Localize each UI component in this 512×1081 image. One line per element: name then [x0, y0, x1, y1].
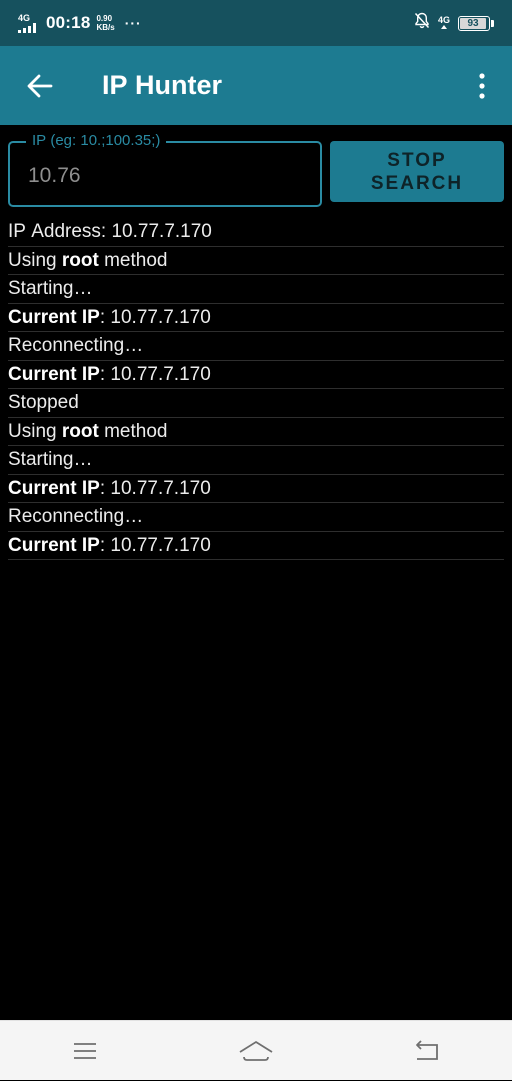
log-entry-prefix: Using: [8, 420, 62, 442]
back-nav-button[interactable]: [397, 1021, 457, 1081]
more-notifications-icon: ···: [124, 15, 142, 31]
back-return-icon: [415, 1039, 438, 1060]
log-entry: Current IP: 10.77.7.170: [8, 532, 504, 560]
log-entry-text: Starting…: [8, 278, 93, 299]
log-entry-text: Starting…: [8, 449, 93, 470]
log-entry: Reconnecting…: [8, 332, 504, 361]
signal-bars-icon: [18, 22, 36, 33]
log-entry-keyword: root: [61, 249, 99, 271]
home-icon: [239, 1040, 273, 1061]
network-type-label: 4G: [18, 12, 31, 23]
stop-search-label-line2: SEARCH: [370, 172, 464, 194]
arrow-left-icon: [27, 74, 53, 97]
log-entry-text: : 10.77.7.170: [99, 534, 211, 556]
log-entry-text: IP Address: 10.77.7.170: [8, 221, 212, 242]
log-entry-text: : 10.77.7.170: [99, 363, 211, 385]
signal-indicator: 4G: [18, 12, 36, 33]
log-list: IP Address: 10.77.7.170 Using root method…: [8, 218, 504, 560]
overflow-menu-button[interactable]: [452, 46, 512, 125]
log-entry-prefix: Using: [8, 249, 62, 271]
log-entry: Current IP: 10.77.7.170: [8, 475, 504, 503]
log-entry-text: Stopped: [8, 392, 79, 413]
stop-search-label: STOP SEARCH: [371, 149, 463, 195]
page-title: IP Hunter: [102, 70, 223, 100]
ip-filter-input[interactable]: [28, 161, 308, 191]
log-entry-text: Reconnecting…: [8, 506, 144, 527]
log-entry: Current IP: 10.77.7.170: [8, 361, 504, 389]
network-speed: 0.90 KB/s: [96, 14, 114, 32]
log-entry: Stopped: [8, 389, 504, 418]
log-entry-keyword: Current IP: [8, 306, 100, 328]
log-entry-text: method: [98, 420, 168, 442]
battery-level: 93: [460, 17, 487, 29]
clock: 00:18: [46, 13, 91, 32]
log-entry: IP Address: 10.77.7.170: [8, 218, 504, 247]
status-right: 4G 93: [414, 12, 494, 34]
search-controls: IP (eg: 10.;100.35;) STOP SEARCH: [0, 125, 512, 215]
log-entry-keyword: Current IP: [8, 363, 100, 385]
log-entry-text: method: [98, 249, 168, 271]
network-speed-value: 0.90: [96, 14, 113, 23]
status-bar: 4G 00:18 0.90 KB/s ··· 4G 93: [0, 0, 512, 46]
log-entry-keyword: Current IP: [8, 477, 100, 499]
app-bar: IP Hunter: [0, 46, 512, 125]
battery-tip: [491, 19, 494, 27]
ip-filter-label: IP (eg: 10.;100.35;): [26, 132, 167, 150]
log-entry-text: : 10.77.7.170: [99, 306, 211, 328]
stop-search-label-line1: STOP: [387, 149, 447, 171]
log-entry: Using root method: [8, 247, 504, 275]
log-entry-keyword: root: [61, 420, 99, 442]
battery-icon: 93: [458, 15, 494, 31]
data-activity-icon: [440, 24, 447, 29]
network-type-right: 4G: [437, 14, 450, 31]
log-entry: Using root method: [8, 418, 504, 446]
stop-search-button[interactable]: STOP SEARCH: [330, 141, 504, 202]
menu-lines-icon: [74, 1042, 97, 1059]
log-entry: Reconnecting…: [8, 503, 504, 532]
log-entry-keyword: Current IP: [8, 534, 100, 556]
battery-body: 93: [458, 15, 490, 31]
log-entry-text: Reconnecting…: [8, 335, 144, 356]
network-type-label-right: 4G: [437, 14, 450, 25]
log-entry: Current IP: 10.77.7.170: [8, 304, 504, 332]
log-entry: Starting…: [8, 446, 504, 475]
status-left: 4G 00:18 0.90 KB/s ···: [18, 13, 142, 33]
bell-muted-icon: [414, 12, 430, 34]
more-vertical-icon: [479, 72, 485, 99]
log-entry-text: : 10.77.7.170: [99, 477, 211, 499]
system-nav-bar: [0, 1020, 512, 1080]
recent-apps-button[interactable]: [55, 1021, 115, 1081]
network-speed-unit: KB/s: [96, 23, 115, 32]
back-button[interactable]: [0, 46, 80, 125]
log-entry: Starting…: [8, 275, 504, 304]
home-button[interactable]: [226, 1021, 286, 1081]
ip-filter-field[interactable]: IP (eg: 10.;100.35;): [8, 132, 322, 207]
